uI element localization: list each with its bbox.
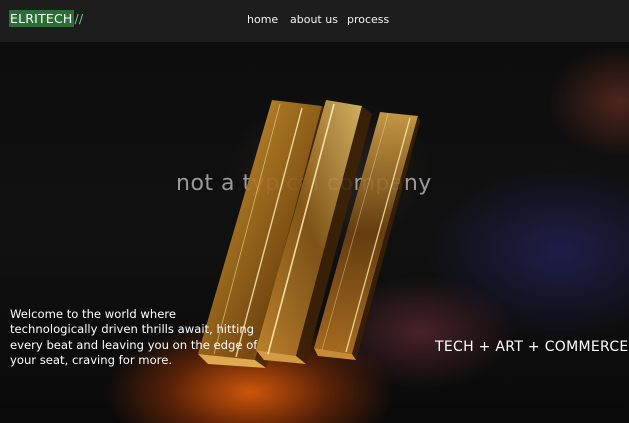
hero-section: not a typical company — [0, 42, 629, 423]
welcome-paragraph: Welcome to the world where technological… — [10, 306, 258, 368]
nav-about-link[interactable]: about us — [290, 13, 338, 27]
logo-slash-mark: // — [74, 11, 84, 26]
brand-logo[interactable]: ELRITECH// — [9, 10, 84, 27]
nav-home-link[interactable]: home — [247, 13, 278, 27]
logo-text: ELRITECH — [9, 10, 74, 27]
nav-process-link[interactable]: process — [347, 13, 389, 27]
hero-slogan: TECH + ART + COMMERCE — [435, 339, 629, 355]
top-navbar: ELRITECH// home about us process — [0, 0, 629, 42]
